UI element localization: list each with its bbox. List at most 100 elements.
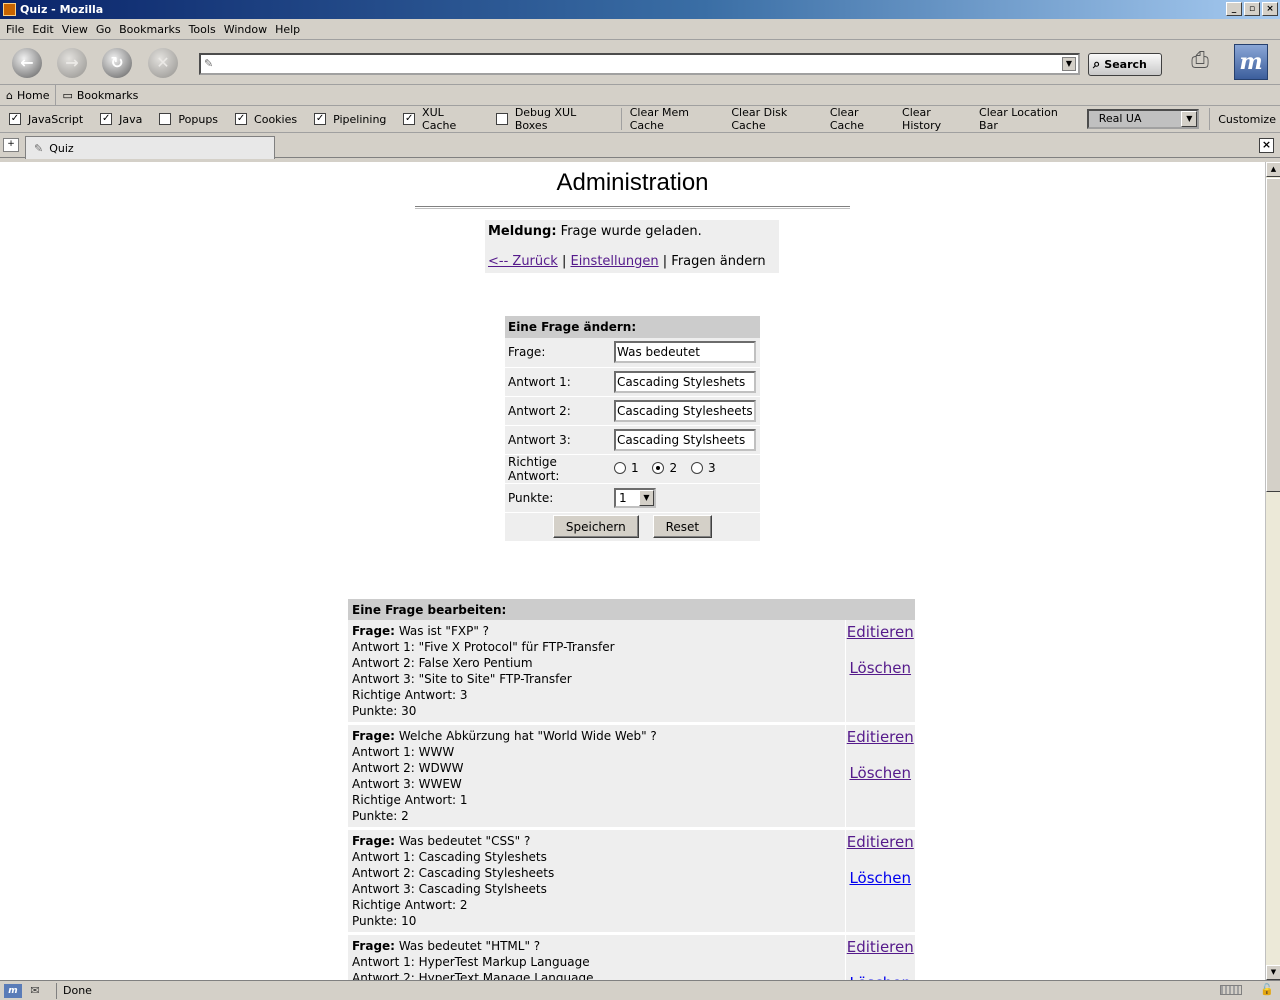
vertical-scrollbar[interactable]: ▲ ▼ [1265, 162, 1280, 980]
reset-button[interactable]: Reset [652, 515, 713, 538]
antwort3-input[interactable] [614, 428, 756, 451]
radio-answer-1[interactable]: 1 [614, 461, 639, 475]
mozilla-small-icon[interactable]: m [4, 983, 22, 998]
checkbox-box[interactable]: ✓ [235, 113, 248, 125]
clear-mem-cache-button[interactable]: Clear Mem Cache [626, 106, 728, 132]
checkbox-box[interactable] [159, 113, 172, 125]
close-tab-icon[interactable]: × [1259, 138, 1274, 153]
delete-link[interactable]: Löschen [846, 764, 916, 782]
punkte-select[interactable]: 1 ▼ [614, 487, 656, 508]
actions: Editieren Löschen [845, 723, 916, 830]
delete-link[interactable]: Löschen [846, 659, 916, 677]
mail-icon[interactable]: ✉ [26, 984, 44, 998]
frage-prefix: Frage: [352, 624, 395, 638]
settings-link[interactable]: Einstellungen [570, 254, 658, 269]
question-info: Frage: Was ist "FXP" ? Antwort 1: "Five … [348, 620, 846, 725]
question-info: Frage: Was bedeutet "CSS" ? Antwort 1: C… [348, 828, 846, 935]
menu-tools[interactable]: Tools [185, 23, 220, 36]
save-button[interactable]: Speichern [552, 515, 639, 538]
menu-edit[interactable]: Edit [28, 23, 57, 36]
new-tab-icon[interactable]: + [3, 138, 19, 152]
edit-link[interactable]: Editieren [846, 728, 916, 746]
close-window-button[interactable]: × [1262, 2, 1278, 16]
message-label: Meldung: [488, 224, 557, 239]
radio-circle-selected[interactable] [652, 461, 665, 474]
search-button[interactable]: ⌕ Search [1088, 53, 1162, 76]
menu-window[interactable]: Window [220, 23, 271, 36]
clear-history-button[interactable]: Clear History [898, 106, 975, 132]
maximize-button[interactable]: ▫ [1244, 2, 1260, 16]
mozilla-app-icon [3, 3, 16, 16]
radio-circle[interactable] [614, 461, 626, 474]
reload-button[interactable]: ↻ [102, 48, 132, 78]
checkbox-box[interactable]: ✓ [100, 113, 113, 125]
checkbox-box[interactable]: ✓ [314, 113, 327, 125]
location-dropdown-icon[interactable]: ▼ [1062, 57, 1076, 71]
edit-link[interactable]: Editieren [846, 938, 916, 956]
scroll-down-icon[interactable]: ▼ [1266, 965, 1280, 980]
frage-input[interactable] [614, 341, 756, 364]
clear-cache-button[interactable]: Clear Cache [826, 106, 898, 132]
forward-button[interactable]: → [57, 48, 87, 78]
checkbox-debug-xul-boxes[interactable]: Debug XUL Boxes [496, 106, 609, 132]
menu-view[interactable]: View [58, 23, 92, 36]
richtige-antwort-label: Richtige Antwort: [505, 454, 611, 484]
search-button-label: Search [1104, 58, 1147, 71]
checkbox-box[interactable] [496, 113, 508, 125]
menu-bookmarks[interactable]: Bookmarks [115, 23, 184, 36]
correct-answer: Richtige Antwort: 1 [352, 793, 468, 807]
checkbox-box[interactable]: ✓ [9, 113, 21, 125]
radio-answer-2[interactable]: 2 [652, 461, 677, 475]
checkbox-javascript[interactable]: ✓ JavaScript [9, 113, 83, 126]
menu-help[interactable]: Help [271, 23, 304, 36]
radio-answer-3[interactable]: 3 [690, 461, 716, 475]
user-agent-select[interactable]: Real UA ▼ [1086, 109, 1200, 129]
points: Punkte: 2 [352, 809, 409, 823]
page-title: Administration [556, 169, 709, 196]
prefbar: ✓ JavaScript ✓ Java Popups ✓ Cookies ✓ Pipel… [0, 106, 1280, 133]
status-bar: m ✉ Done 🔓 [0, 980, 1280, 1000]
checkbox-box[interactable]: ✓ [403, 113, 416, 125]
antwort1-label: Antwort 1: [505, 367, 611, 397]
minimize-button[interactable]: _ [1226, 2, 1242, 16]
chevron-down-icon[interactable]: ▼ [1181, 111, 1198, 127]
checkbox-popups[interactable]: Popups [159, 113, 218, 126]
customize-button[interactable]: Customize [1214, 113, 1280, 126]
table-row: Frage: Was ist "FXP" ? Antwort 1: "Five … [348, 620, 916, 725]
window-title: Quiz - Mozilla [20, 3, 104, 16]
checkbox-java[interactable]: ✓ Java [100, 113, 142, 126]
antwort1-input[interactable] [614, 370, 756, 393]
scroll-up-icon[interactable]: ▲ [1266, 162, 1280, 177]
antwort2-input[interactable] [614, 399, 756, 422]
scroll-thumb[interactable] [1266, 178, 1280, 492]
clear-location-bar-button[interactable]: Clear Location Bar [975, 106, 1081, 132]
menu-go[interactable]: Go [92, 23, 115, 36]
table-row: Frage: Was bedeutet "HTML" ? Antwort 1: … [348, 933, 916, 980]
edit-link[interactable]: Editieren [846, 833, 916, 851]
current-page: Fragen ändern [671, 254, 766, 269]
stop-button[interactable]: ✕ [148, 48, 178, 78]
back-link[interactable]: <-- Zurück [488, 254, 558, 269]
tab-quiz[interactable]: ✎ Quiz [25, 136, 275, 159]
home-button[interactable]: ⌂ Home [0, 84, 57, 106]
url-input[interactable] [219, 55, 1059, 71]
delete-link[interactable]: Löschen [846, 869, 916, 887]
edit-link[interactable]: Editieren [846, 623, 916, 641]
chevron-down-icon[interactable]: ▼ [639, 489, 654, 506]
checkbox-xul-cache[interactable]: ✓ XUL Cache [403, 106, 479, 132]
location-bar[interactable]: ✎ ▼ [199, 53, 1080, 75]
back-button[interactable]: ← [12, 48, 42, 78]
checkbox-label: Pipelining [333, 112, 387, 126]
menu-file[interactable]: File [2, 23, 28, 36]
checkbox-cookies[interactable]: ✓ Cookies [235, 113, 297, 126]
edit-question-form: Eine Frage ändern: Frage: Antwort 1: Ant… [505, 316, 760, 542]
bookmarks-label: Bookmarks [76, 88, 139, 102]
mozilla-logo-icon[interactable]: m [1234, 44, 1268, 80]
checkbox-pipelining[interactable]: ✓ Pipelining [314, 113, 386, 126]
print-icon[interactable]: ⎙ [1185, 48, 1215, 76]
radio-circle[interactable] [690, 461, 703, 474]
message-box: Meldung: Frage wurde geladen. <-- Zurück… [485, 220, 779, 273]
user-agent-value: Real UA [1098, 112, 1142, 125]
clear-disk-cache-button[interactable]: Clear Disk Cache [727, 106, 825, 132]
bookmarks-button[interactable]: ▭ Bookmarks [56, 85, 144, 106]
